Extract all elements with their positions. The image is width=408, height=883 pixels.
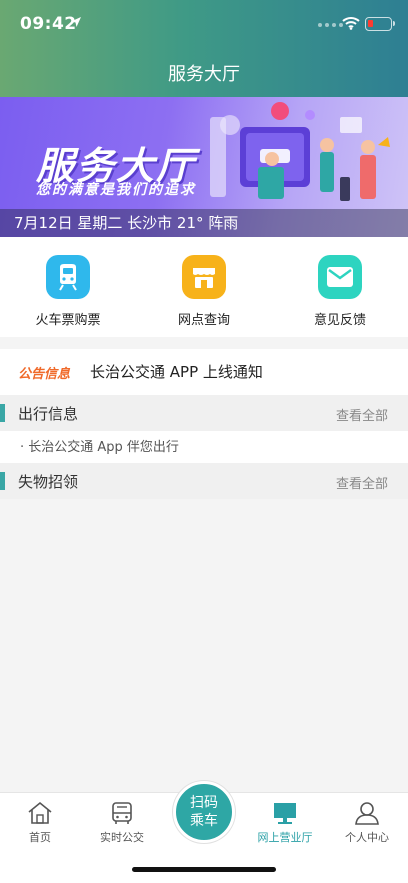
section-accent-bar [0, 404, 5, 422]
location-arrow-icon [71, 17, 81, 27]
battery-icon [365, 17, 395, 31]
status-time: 09:42 [20, 14, 77, 34]
notice-tag: 公告信息 [18, 367, 71, 382]
status-bar: 09:42 [0, 0, 408, 50]
section-title: 出行信息 [18, 405, 79, 423]
section-title: 失物招领 [18, 473, 79, 491]
banner[interactable]: 服务大厅 您的满意是我们的追求 7月12日 星期二 长沙市 21° 阵雨 [0, 97, 408, 237]
cellular-signal-icon [318, 23, 343, 27]
home-icon [28, 801, 52, 824]
service-feedback[interactable]: 意见反馈 [272, 237, 408, 337]
section-header-lost-found: 失物招领 查看全部 [0, 463, 408, 499]
service-label: 网点查询 [177, 313, 230, 328]
notice-text[interactable]: 长治公交通 APP 上线通知 [90, 361, 263, 382]
date-weather-info: 7月12日 星期二 长沙市 21° 阵雨 [0, 209, 408, 237]
header: 09:42 服务大厅 [0, 0, 408, 97]
banner-subtitle: 您的满意是我们的追求 [36, 182, 196, 198]
service-outlet-query[interactable]: 网点查询 [136, 237, 272, 337]
quick-services: 火车票购票 网点查询 意见反馈 [0, 237, 408, 337]
tab-label: 网上营业厅 [257, 831, 313, 844]
home-indicator [132, 867, 276, 872]
tab-realtime-bus[interactable]: 实时公交 [82, 801, 162, 845]
scan-line2: 乘车 [190, 813, 218, 829]
banner-illustration [210, 102, 390, 201]
mail-icon [318, 255, 362, 299]
bus-icon [112, 802, 132, 824]
scan-ride-button[interactable]: 扫码 乘车 [173, 781, 235, 843]
section-header-travel: 出行信息 查看全部 [0, 395, 408, 431]
tab-profile[interactable]: 个人中心 [327, 801, 407, 845]
view-all-link[interactable]: 查看全部 [336, 405, 388, 424]
page-title: 服务大厅 [168, 64, 240, 85]
travel-list: · 长治公交通 App 伴您出行 [0, 431, 408, 463]
service-train-ticket[interactable]: 火车票购票 [0, 237, 136, 337]
wifi-icon [342, 17, 360, 30]
monitor-icon [274, 803, 296, 824]
service-label: 意见反馈 [313, 313, 366, 328]
train-icon [46, 255, 90, 299]
service-label: 火车票购票 [35, 313, 101, 328]
tab-label: 首页 [29, 831, 51, 844]
person-icon [355, 802, 379, 825]
tab-online-hall[interactable]: 网上营业厅 [245, 801, 325, 845]
scan-line1: 扫码 [190, 795, 218, 811]
tab-label: 个人中心 [345, 831, 389, 844]
section-accent-bar [0, 472, 5, 490]
notice-bar[interactable]: 公告信息 长治公交通 APP 上线通知 [0, 349, 408, 395]
list-item[interactable]: · 长治公交通 App 伴您出行 [20, 436, 179, 455]
tab-home[interactable]: 首页 [0, 801, 80, 845]
shop-icon [182, 255, 226, 299]
tab-label: 实时公交 [100, 831, 144, 844]
view-all-link[interactable]: 查看全部 [336, 473, 388, 492]
